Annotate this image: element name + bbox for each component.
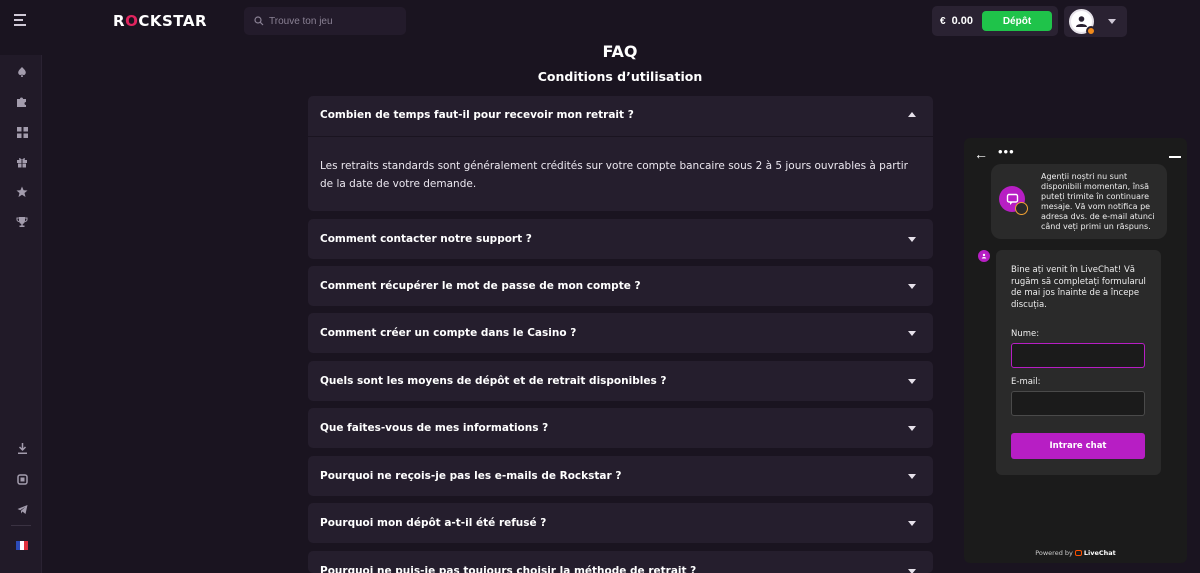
sidebar	[0, 55, 42, 573]
powered-brand: LiveChat	[1083, 549, 1116, 557]
sidebar-divider	[11, 525, 31, 526]
logo-text-suffix: CKSTAR	[138, 12, 207, 30]
chevron-up-icon[interactable]	[908, 112, 916, 117]
chevron-down-icon[interactable]	[908, 331, 916, 336]
logo-text-prefix: R	[113, 12, 126, 30]
faq-question: Comment récupérer le mot de passe de mon…	[320, 280, 641, 292]
trophy-icon[interactable]	[15, 215, 29, 229]
name-field[interactable]	[1011, 343, 1145, 368]
prechat-form: Bine ați venit în LiveChat! Vă rugăm să …	[996, 250, 1161, 475]
deposit-button[interactable]: Dépôt	[982, 11, 1052, 31]
search-input[interactable]	[269, 15, 399, 27]
email-field[interactable]	[1011, 391, 1145, 416]
back-arrow-icon[interactable]: ←	[974, 146, 988, 162]
telegram-icon[interactable]	[15, 502, 29, 516]
download-icon[interactable]	[15, 441, 29, 455]
faq-item[interactable]: Pourquoi mon dépôt a-t-il été refusé ?	[308, 503, 933, 543]
faq-question: Combien de temps faut-il pour recevoir m…	[320, 109, 634, 121]
menu-toggle-icon[interactable]	[14, 14, 30, 28]
faq-answer: Les retraits standards sont généralement…	[320, 160, 908, 190]
more-options-icon[interactable]: •••	[998, 144, 1015, 159]
flag-fr-icon[interactable]	[15, 538, 29, 552]
chevron-down-icon[interactable]	[908, 426, 916, 431]
search-box[interactable]	[244, 7, 406, 35]
minimize-icon[interactable]	[1169, 156, 1181, 158]
faq-item[interactable]: Comment contacter notre support ?	[308, 219, 933, 259]
chevron-down-icon[interactable]	[908, 521, 916, 526]
faq-item[interactable]: Comment créer un compte dans le Casino ?	[308, 313, 933, 353]
chevron-down-icon[interactable]	[908, 237, 916, 242]
chevron-down-icon[interactable]	[908, 474, 916, 479]
faq-item[interactable]: Que faites-vous de mes informations ?	[308, 408, 933, 448]
faq-question: Comment créer un compte dans le Casino ?	[320, 327, 577, 339]
rockstar-logo[interactable]: ROCKSTAR	[113, 12, 207, 30]
top-bar: ROCKSTAR € 0.00 Dépôt	[0, 0, 1200, 42]
page-title: FAQ	[602, 42, 638, 61]
balance-value: 0.00	[951, 15, 973, 27]
user-icon	[1076, 16, 1087, 27]
puzzle-icon[interactable]	[15, 95, 29, 109]
star-icon[interactable]	[15, 185, 29, 199]
faq-item[interactable]: Pourquoi ne puis-je pas toujours choisir…	[308, 551, 933, 573]
faq-item-expanded[interactable]: Combien de temps faut-il pour recevoir m…	[308, 96, 933, 211]
page-subtitle: Conditions d’utilisation	[537, 69, 703, 84]
start-chat-button[interactable]: Intrare chat	[1011, 433, 1145, 459]
faq-question: Que faites-vous de mes informations ?	[320, 422, 549, 434]
faq-item[interactable]: Quels sont les moyens de dépôt et de ret…	[308, 361, 933, 401]
faq-item[interactable]: Pourquoi ne reçois-je pas les e-mails de…	[308, 456, 933, 496]
chevron-down-icon[interactable]	[908, 379, 916, 384]
gift-icon[interactable]	[15, 155, 29, 169]
faq-question: Comment contacter notre support ?	[320, 233, 532, 245]
livechat-logo-icon	[1074, 550, 1082, 556]
email-label: E-mail:	[1011, 377, 1041, 387]
clock-icon	[1015, 202, 1028, 215]
user-menu[interactable]	[1064, 6, 1127, 37]
search-icon	[254, 16, 264, 26]
notice-text: Agenții noștri nu sunt disponibili momen…	[1041, 172, 1155, 231]
powered-by[interactable]: Powered by LiveChat	[964, 549, 1187, 557]
faq-divider	[308, 136, 933, 137]
faq-question: Pourquoi mon dépôt a-t-il été refusé ?	[320, 517, 547, 529]
grid-icon[interactable]	[15, 125, 29, 139]
form-intro: Bine ați venit în LiveChat! Vă rugăm să …	[1011, 265, 1146, 310]
chevron-down-icon[interactable]	[1108, 19, 1116, 24]
chevron-down-icon[interactable]	[908, 569, 916, 573]
faq-question: Pourquoi ne puis-je pas toujours choisir…	[320, 565, 697, 573]
currency-symbol: €	[940, 15, 946, 27]
chevron-down-icon[interactable]	[908, 284, 916, 289]
name-label: Nume:	[1011, 329, 1040, 339]
offline-notice: Agenții noștri nu sunt disponibili momen…	[991, 164, 1167, 239]
faq-question: Quels sont les moyens de dépôt et de ret…	[320, 375, 667, 387]
square-icon[interactable]	[15, 472, 29, 486]
powered-prefix: Powered by	[1035, 549, 1073, 557]
faq-question: Pourquoi ne reçois-je pas les e-mails de…	[320, 470, 622, 482]
logo-text-o: O	[125, 12, 139, 30]
agent-avatar-icon	[978, 250, 990, 262]
livechat-widget: ← ••• Agenții noștri nu sunt disponibili…	[964, 138, 1187, 563]
level-badge-icon	[1086, 26, 1096, 36]
faq-item[interactable]: Comment récupérer le mot de passe de mon…	[308, 266, 933, 306]
